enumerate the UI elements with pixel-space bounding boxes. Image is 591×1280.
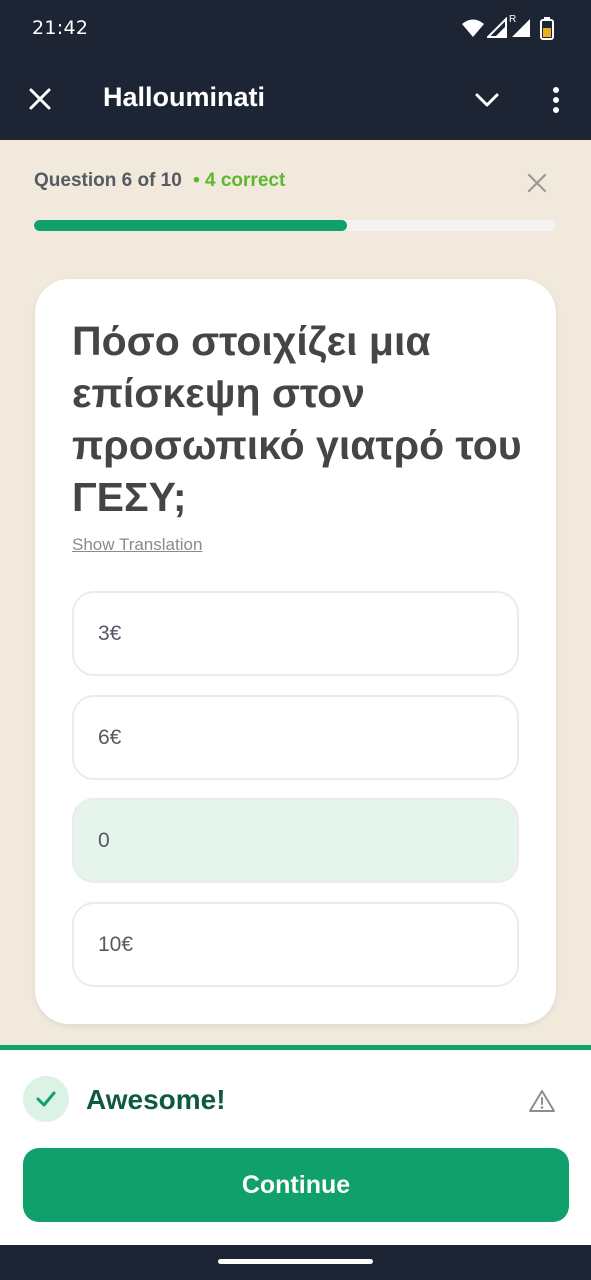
answer-option-selected[interactable]: 0	[72, 798, 519, 883]
close-icon	[527, 173, 547, 193]
correct-count: • 4 correct	[193, 170, 286, 191]
answer-option[interactable]: 10€	[72, 902, 519, 987]
close-button[interactable]	[22, 81, 58, 117]
signal-icon	[487, 17, 507, 38]
quiz-close-button[interactable]	[522, 168, 552, 198]
progress-bar	[34, 220, 556, 231]
progress-fill	[34, 220, 348, 231]
wifi-icon	[462, 19, 484, 37]
signal-roaming-icon: R	[509, 14, 531, 39]
check-icon	[36, 1091, 56, 1107]
answer-option-label: 10€	[98, 932, 134, 956]
answer-option[interactable]: 6€	[72, 695, 519, 780]
status-icons: R	[461, 14, 555, 40]
quiz-area: Question 6 of 10 • 4 correct Πόσο στοιχί…	[0, 140, 591, 1045]
more-options-button[interactable]	[537, 81, 575, 119]
feedback-message: Awesome!	[86, 1084, 226, 1115]
chevron-down-icon	[475, 93, 499, 107]
more-vertical-icon	[553, 87, 559, 113]
battery-icon	[540, 17, 554, 40]
app-bar: Hallouminati	[0, 58, 591, 140]
success-badge	[23, 1076, 69, 1122]
home-indicator[interactable]	[218, 1259, 373, 1264]
status-time: 21:42	[32, 17, 89, 39]
continue-button[interactable]: Continue	[23, 1148, 569, 1222]
close-icon	[29, 88, 51, 110]
warning-icon	[529, 1090, 555, 1112]
system-nav-bar	[0, 1245, 591, 1280]
question-counter: Question 6 of 10	[34, 170, 182, 191]
answer-option-label: 0	[98, 828, 110, 852]
expand-button[interactable]	[468, 81, 506, 119]
status-bar: 21:42 R	[0, 0, 591, 58]
show-translation-link[interactable]: Show Translation	[72, 535, 202, 555]
answer-option[interactable]: 3€	[72, 591, 519, 676]
question-card: Πόσο στοιχίζει μια επίσκεψη στον προσωπι…	[35, 279, 556, 1024]
answer-option-label: 6€	[98, 725, 122, 749]
quiz-header: Question 6 of 10 • 4 correct	[34, 170, 285, 192]
app-title: Hallouminati	[103, 82, 266, 112]
answer-option-label: 3€	[98, 621, 122, 645]
feedback-panel: Awesome! Continue	[0, 1045, 591, 1245]
report-button[interactable]	[526, 1086, 558, 1116]
question-text: Πόσο στοιχίζει μια επίσκεψη στον προσωπι…	[72, 318, 522, 520]
